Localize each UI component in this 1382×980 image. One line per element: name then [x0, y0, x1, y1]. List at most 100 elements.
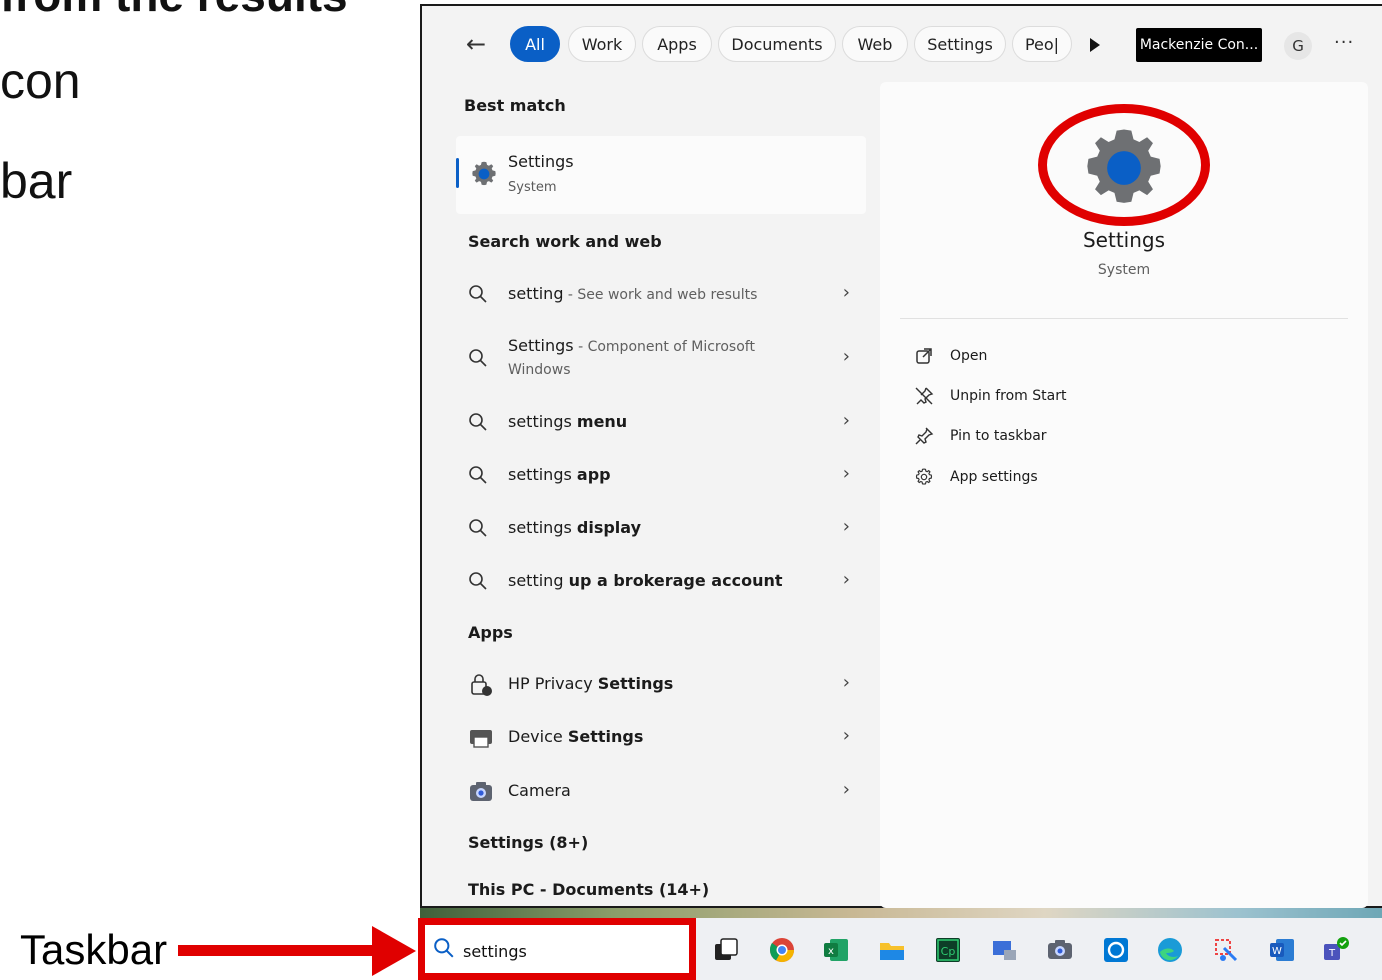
- task-view-icon[interactable]: [712, 936, 740, 964]
- filter-chip-settings[interactable]: Settings: [914, 26, 1006, 62]
- taskbar-search-input[interactable]: settings: [463, 942, 527, 961]
- search-icon: [434, 938, 454, 958]
- search-panel: ← All Work Apps Documents Web Settings P…: [420, 4, 1382, 908]
- suggestion-suffix: - See work and web results: [563, 287, 758, 303]
- chevron-right-icon: ›: [842, 516, 850, 537]
- suggestion-text: Settings: [508, 336, 574, 355]
- callout-arrow-shaft: [178, 945, 378, 956]
- app-name: Camera: [508, 781, 571, 800]
- svg-text:W: W: [1272, 946, 1282, 957]
- gear-icon: [915, 468, 933, 485]
- search-icon: [469, 413, 487, 431]
- suggestion-text: settings: [508, 465, 577, 484]
- search-icon: [469, 519, 487, 537]
- chevron-right-icon: ›: [842, 569, 850, 590]
- suggestion-text: setting: [508, 284, 564, 303]
- scroll-right-icon[interactable]: [1090, 38, 1100, 52]
- excel-icon[interactable]: x: [822, 936, 850, 964]
- best-match-title: Settings: [508, 152, 574, 171]
- camera-icon: [470, 782, 492, 801]
- preview-subtitle: System: [1097, 262, 1151, 278]
- filter-chip-apps[interactable]: Apps: [642, 26, 712, 62]
- edge-icon[interactable]: [1156, 936, 1184, 964]
- snipping-tool-icon[interactable]: [1212, 936, 1240, 964]
- highlight-circle: [1038, 104, 1210, 226]
- filter-bar: ← All Work Apps Documents Web Settings P…: [422, 20, 1382, 68]
- app-result-device-settings[interactable]: Device Settings ›: [468, 725, 850, 755]
- svg-text:Cp: Cp: [941, 945, 956, 958]
- chevron-right-icon: ›: [842, 282, 850, 303]
- chevron-right-icon: ›: [842, 725, 850, 746]
- search-icon: [469, 466, 487, 484]
- svg-text:T: T: [1328, 948, 1336, 959]
- pin-icon: [915, 427, 934, 445]
- slide-text-line-1: con: [0, 53, 81, 109]
- taskbar-search-box[interactable]: settings: [418, 918, 696, 980]
- avatar[interactable]: G: [1284, 32, 1312, 60]
- filter-chip-web[interactable]: Web: [842, 26, 908, 62]
- slide-heading-fragment: from the results: [0, 0, 348, 22]
- search-web-heading: Search work and web: [468, 232, 662, 251]
- settings-gear-icon: [472, 161, 496, 186]
- action-label: Open: [950, 348, 988, 364]
- action-label: Pin to taskbar: [950, 428, 1047, 444]
- app-name-bold: Settings: [597, 674, 674, 693]
- suggestion-suffix: - Component of Microsoft: [573, 339, 755, 355]
- best-match-heading: Best match: [464, 96, 566, 115]
- app-result-camera[interactable]: Camera ›: [468, 779, 850, 809]
- suggestion-bold-text: app: [576, 465, 611, 484]
- filter-chip-all[interactable]: All: [510, 26, 560, 62]
- best-match-result[interactable]: Settings System: [456, 136, 866, 214]
- best-match-subtitle: System: [508, 180, 557, 195]
- filter-chip-people[interactable]: Peo|: [1012, 26, 1072, 62]
- word-icon[interactable]: W: [1268, 936, 1296, 964]
- filter-chip-work[interactable]: Work: [568, 26, 636, 62]
- action-label: App settings: [950, 469, 1038, 485]
- search-suggestion-3[interactable]: settings menu ›: [468, 410, 850, 440]
- preview-title: Settings: [1082, 228, 1166, 252]
- app-name: Device: [508, 727, 568, 746]
- app-name-bold: Settings: [567, 727, 644, 746]
- chevron-right-icon: ›: [842, 346, 850, 367]
- documents-count-heading[interactable]: This PC - Documents (14+): [468, 880, 709, 899]
- account-button[interactable]: Mackenzie Con...: [1136, 28, 1262, 62]
- settings-count-heading[interactable]: Settings (8+): [468, 833, 588, 852]
- chevron-right-icon: ›: [842, 463, 850, 484]
- callout-arrow-head: [372, 926, 416, 976]
- app-result-hp-privacy[interactable]: HP Privacy Settings ›: [468, 672, 850, 702]
- suggestion-bold-text: display: [576, 518, 642, 537]
- suggestion-text: settings: [508, 518, 577, 537]
- chevron-right-icon: ›: [842, 779, 850, 800]
- suggestion-text: settings: [508, 412, 577, 431]
- app-name: HP Privacy: [508, 674, 598, 693]
- cortana-icon[interactable]: [1102, 936, 1130, 964]
- suggestion-bold-text: menu: [576, 412, 628, 431]
- unpin-icon: [915, 387, 934, 405]
- file-explorer-icon[interactable]: [878, 936, 906, 964]
- remote-desktop-icon[interactable]: [990, 936, 1018, 964]
- privacy-lock-icon: [471, 674, 492, 696]
- preview-pane: Settings System Open Unpin from Start Pi…: [880, 82, 1368, 908]
- search-suggestion-6[interactable]: setting up a brokerage account ›: [468, 569, 850, 599]
- suggestion-bold-text: up a brokerage account: [568, 571, 783, 590]
- preview-divider: [900, 318, 1348, 319]
- search-suggestion-4[interactable]: settings app ›: [468, 463, 850, 493]
- selection-indicator: [456, 158, 459, 188]
- back-arrow-icon[interactable]: ←: [466, 30, 486, 58]
- slide-text-line-2: bar: [0, 153, 73, 209]
- chrome-icon[interactable]: [768, 936, 796, 964]
- search-suggestion-5[interactable]: settings display ›: [468, 516, 850, 546]
- apps-heading: Apps: [468, 623, 513, 642]
- printer-icon: [470, 730, 492, 748]
- search-suggestion-1[interactable]: setting - See work and web results ›: [468, 282, 850, 312]
- captivate-icon[interactable]: Cp: [934, 936, 962, 964]
- filter-chip-documents[interactable]: Documents: [718, 26, 836, 62]
- more-options-icon[interactable]: ···: [1334, 32, 1354, 53]
- chevron-right-icon: ›: [842, 672, 850, 693]
- chevron-right-icon: ›: [842, 410, 850, 431]
- open-external-icon: [916, 348, 932, 364]
- search-suggestion-2[interactable]: Settings - Component of Microsoft Window…: [468, 334, 850, 384]
- camera-icon[interactable]: [1046, 936, 1074, 964]
- teams-icon[interactable]: T: [1322, 936, 1350, 964]
- taskbar-callout-label: Taskbar: [20, 926, 168, 973]
